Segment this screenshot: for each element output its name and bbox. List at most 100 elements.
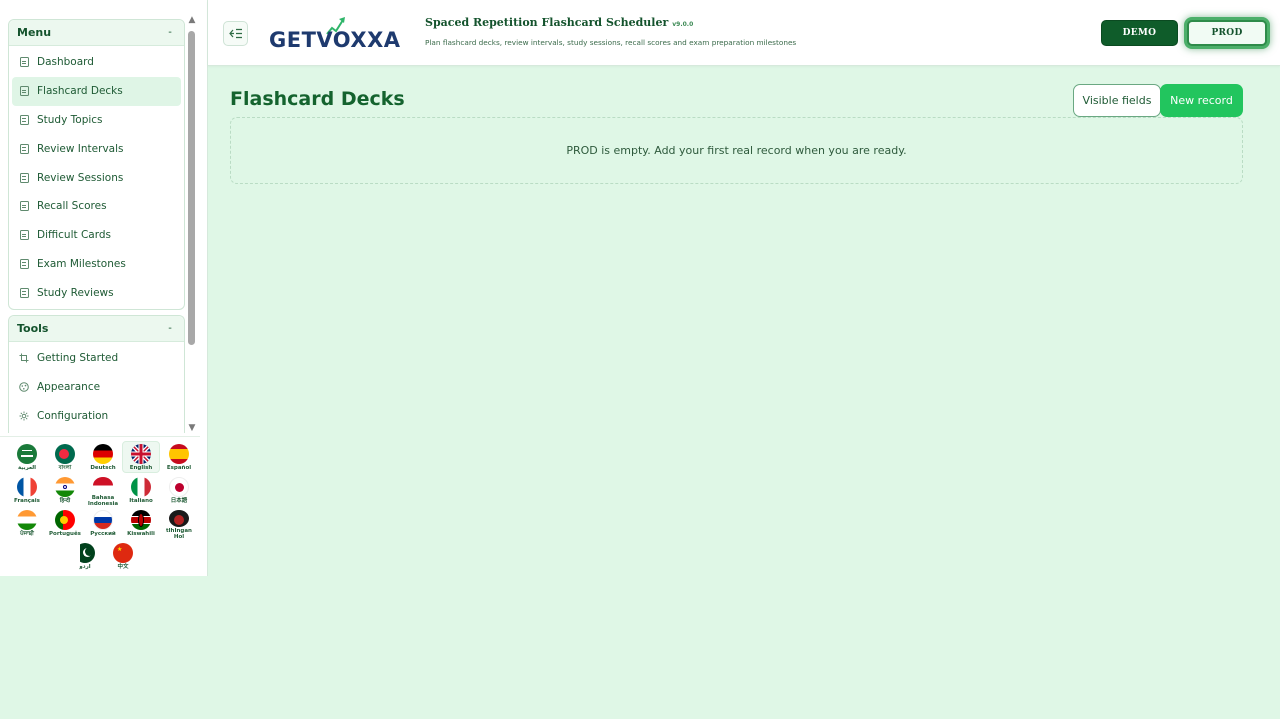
- document-icon: [19, 143, 29, 154]
- language-bn[interactable]: বাংলা: [46, 442, 84, 474]
- flag-india-icon: [17, 510, 37, 530]
- sidebar-item-label: Review Sessions: [37, 171, 124, 184]
- document-icon: [19, 287, 29, 298]
- language-ur[interactable]: اردو: [66, 541, 104, 573]
- logo-text: GETVOXXA: [269, 28, 401, 52]
- flag-kenya-icon: [131, 510, 151, 530]
- flag-spain-icon: [169, 444, 189, 464]
- language-ar[interactable]: العربية: [8, 442, 46, 474]
- collapse-sidebar-button[interactable]: [223, 21, 248, 46]
- sidebar-item-exam-milestones[interactable]: Exam Milestones: [9, 250, 184, 279]
- app-subtitle: Plan flashcard decks, review intervals, …: [425, 38, 797, 47]
- scroll-down-arrow-icon[interactable]: ▼: [187, 423, 197, 433]
- flag-portugal-icon: [55, 510, 75, 530]
- language-ja[interactable]: 日本語: [160, 475, 198, 507]
- flag-bangladesh-icon: [55, 444, 75, 464]
- sidebar-item-label: Getting Started: [37, 352, 119, 365]
- flag-klingon-icon: [169, 510, 189, 527]
- scroll-thumb[interactable]: [188, 31, 195, 345]
- tools-panel: Tools - Getting Started Appearance Confi…: [8, 315, 185, 433]
- sidebar-item-label: Exam Milestones: [37, 257, 126, 270]
- flag-germany-icon: [93, 444, 113, 464]
- flag-india-icon: [55, 477, 75, 497]
- flag-italy-icon: [131, 477, 151, 497]
- env-demo-button[interactable]: DEMO: [1101, 20, 1178, 46]
- flag-japan-icon: [169, 477, 189, 497]
- sidebar-item-recall-scores[interactable]: Recall Scores: [9, 192, 184, 221]
- document-icon: [19, 172, 29, 183]
- sidebar-item-getting-started[interactable]: Getting Started: [9, 344, 184, 373]
- sidebar-item-label: Study Topics: [37, 113, 103, 126]
- language-it[interactable]: Italiano: [122, 475, 160, 507]
- language-tlh[interactable]: tlhIngan Hol: [160, 508, 198, 540]
- language-zh[interactable]: ★ 中文: [104, 541, 142, 573]
- sidebar-item-label: Study Reviews: [37, 286, 114, 299]
- sidebar-item-label: Appearance: [37, 381, 101, 394]
- language-hi[interactable]: हिन्दी: [46, 475, 84, 507]
- menu-panel-title: Menu: [17, 26, 52, 39]
- visible-fields-button[interactable]: Visible fields: [1073, 84, 1161, 117]
- app-title: Spaced Repetition Flashcard Scheduler v9.…: [425, 16, 694, 29]
- sidebar-item-dashboard[interactable]: Dashboard: [9, 48, 184, 77]
- palette-icon: [19, 382, 29, 392]
- sidebar-scrollbar[interactable]: ▲ ▼: [186, 15, 198, 433]
- sidebar-item-appearance[interactable]: Appearance: [9, 373, 184, 402]
- sidebar-item-label: Dashboard: [37, 56, 94, 69]
- gear-icon: [19, 411, 29, 421]
- language-fr[interactable]: Français: [8, 475, 46, 507]
- language-sw[interactable]: Kiswahili: [122, 508, 160, 540]
- language-pa[interactable]: ਪੰਜਾਬੀ: [8, 508, 46, 540]
- tools-collapse-toggle[interactable]: -: [164, 323, 176, 334]
- flag-russia-icon: [93, 510, 113, 530]
- crop-icon: [19, 353, 29, 363]
- menu-panel-header[interactable]: Menu -: [9, 20, 184, 46]
- flag-uk-icon: [131, 444, 151, 464]
- sidebar-item-review-intervals[interactable]: Review Intervals: [9, 134, 184, 163]
- language-ru[interactable]: Русский: [84, 508, 122, 540]
- sidebar: Menu - Dashboard Flashcard Decks Study T…: [0, 0, 208, 576]
- menu-panel: Menu - Dashboard Flashcard Decks Study T…: [8, 19, 185, 310]
- document-icon: [19, 258, 29, 269]
- document-icon: [19, 230, 29, 241]
- language-en[interactable]: English: [122, 441, 160, 473]
- language-pt[interactable]: Português: [46, 508, 84, 540]
- empty-state-message: PROD is empty. Add your first real recor…: [566, 144, 907, 157]
- sidebar-item-label: Difficult Cards: [37, 229, 111, 242]
- document-icon: [19, 114, 29, 125]
- flag-pakistan-icon: [75, 543, 95, 563]
- language-selector: العربية বাংলা Deutsch English Español Fr…: [0, 436, 200, 576]
- scroll-up-arrow-icon[interactable]: ▲: [187, 15, 197, 25]
- sidebar-item-review-sessions[interactable]: Review Sessions: [9, 163, 184, 192]
- sidebar-item-label: Configuration: [37, 409, 109, 422]
- sidebar-item-flashcard-decks[interactable]: Flashcard Decks: [12, 76, 181, 106]
- top-header: GETVOXXA Spaced Repetition Flashcard Sch…: [208, 0, 1280, 66]
- getvoxxa-logo: GETVOXXA: [269, 14, 411, 54]
- sidebar-item-label: Recall Scores: [37, 200, 107, 213]
- flag-saudi-arabia-icon: [17, 444, 37, 464]
- document-icon: [19, 201, 29, 212]
- sidebar-scroll-area: Menu - Dashboard Flashcard Decks Study T…: [0, 15, 200, 433]
- flag-indonesia-icon: [93, 477, 113, 494]
- language-de[interactable]: Deutsch: [84, 442, 122, 474]
- page-title: Flashcard Decks: [230, 88, 405, 110]
- env-prod-button[interactable]: PROD: [1187, 20, 1267, 46]
- sidebar-item-difficult-cards[interactable]: Difficult Cards: [9, 221, 184, 250]
- sidebar-item-configuration[interactable]: Configuration: [9, 402, 184, 431]
- sidebar-item-label: Flashcard Decks: [37, 85, 123, 98]
- collapse-sidebar-icon: [228, 28, 242, 39]
- menu-collapse-toggle[interactable]: -: [164, 27, 176, 38]
- sidebar-item-label: Review Intervals: [37, 142, 124, 155]
- empty-state: PROD is empty. Add your first real recor…: [230, 117, 1243, 184]
- tools-panel-title: Tools: [17, 322, 49, 335]
- language-es[interactable]: Español: [160, 442, 198, 474]
- sidebar-item-study-topics[interactable]: Study Topics: [9, 106, 184, 135]
- new-record-button[interactable]: New record: [1160, 84, 1243, 117]
- sidebar-item-study-reviews[interactable]: Study Reviews: [9, 278, 184, 307]
- document-icon: [19, 57, 29, 68]
- language-id[interactable]: Bahasa Indonesia: [84, 475, 122, 507]
- flag-france-icon: [17, 477, 37, 497]
- app-version: v9.0.0: [672, 21, 694, 28]
- tools-panel-header[interactable]: Tools -: [9, 316, 184, 342]
- flag-china-icon: ★: [113, 543, 133, 563]
- document-icon: [19, 86, 29, 97]
